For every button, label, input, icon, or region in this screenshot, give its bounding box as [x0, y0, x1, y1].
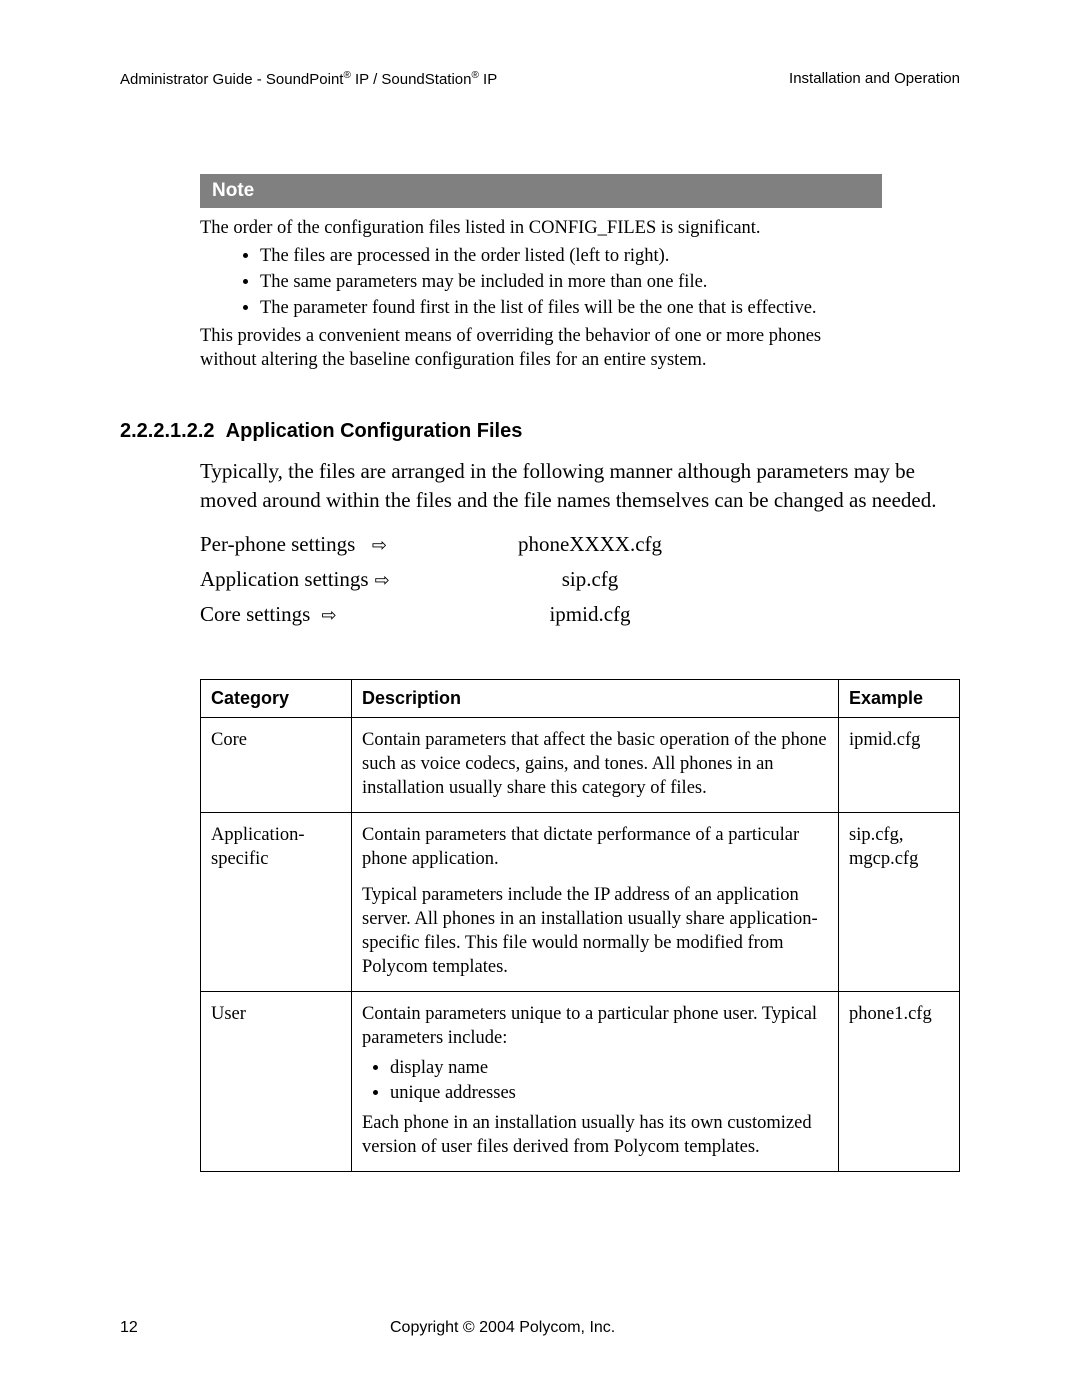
- th-category: Category: [201, 679, 352, 717]
- arrow-icon: ⇨: [375, 570, 390, 591]
- desc-paragraph: Each phone in an installation usually ha…: [362, 1111, 828, 1159]
- settings-label: Core settings ⇨: [200, 602, 480, 627]
- note-bullet: The files are processed in the order lis…: [260, 244, 882, 268]
- desc-bullet: display name: [390, 1056, 828, 1080]
- arrow-icon: ⇨: [372, 535, 387, 556]
- header-left-text: Administrator Guide - SoundPoint: [120, 71, 343, 88]
- table-row: User Contain parameters unique to a part…: [201, 992, 960, 1171]
- settings-value: sip.cfg: [480, 567, 700, 592]
- settings-row: Core settings ⇨ ipmid.cfg: [200, 602, 960, 627]
- settings-value: ipmid.cfg: [480, 602, 700, 627]
- note-bullet-list: The files are processed in the order lis…: [200, 244, 882, 320]
- page-number: 12: [120, 1319, 320, 1337]
- desc-paragraph: Contain parameters unique to a particula…: [362, 1002, 828, 1050]
- note-body: The order of the configuration files lis…: [200, 208, 882, 372]
- cell-description: Contain parameters unique to a particula…: [352, 992, 839, 1171]
- registered-mark: ®: [343, 70, 350, 81]
- document-page: Administrator Guide - SoundPoint® IP / S…: [0, 0, 1080, 1397]
- section-paragraph: Typically, the files are arranged in the…: [200, 457, 950, 514]
- header-left-text3: IP: [479, 71, 497, 88]
- header-left-text2: IP / SoundStation: [351, 71, 472, 88]
- desc-paragraph: Typical parameters include the IP addres…: [362, 883, 828, 979]
- desc-bullet: unique addresses: [390, 1081, 828, 1105]
- note-box: Note The order of the configuration file…: [200, 174, 882, 372]
- cell-description: Contain parameters that dictate performa…: [352, 813, 839, 992]
- th-example: Example: [839, 679, 960, 717]
- page-footer: 12 Copyright © 2004 Polycom, Inc.: [120, 1319, 960, 1337]
- settings-label-text: Core settings: [200, 602, 310, 626]
- header-left: Administrator Guide - SoundPoint® IP / S…: [120, 70, 497, 88]
- table-row: Core Contain parameters that affect the …: [201, 717, 960, 812]
- cell-category: User: [201, 992, 352, 1171]
- note-title: Note: [200, 174, 882, 208]
- settings-label: Application settings ⇨: [200, 567, 480, 592]
- copyright-text: Copyright © 2004 Polycom, Inc.: [390, 1319, 615, 1337]
- note-outro: This provides a convenient means of over…: [200, 326, 821, 370]
- cell-description: Contain parameters that affect the basic…: [352, 717, 839, 812]
- cell-category: Core: [201, 717, 352, 812]
- desc-paragraph: Contain parameters that dictate performa…: [362, 823, 828, 871]
- settings-list: Per-phone settings ⇨ phoneXXXX.cfg Appli…: [200, 532, 960, 627]
- cell-example: sip.cfg, mgcp.cfg: [839, 813, 960, 992]
- settings-value: phoneXXXX.cfg: [480, 532, 700, 557]
- th-description: Description: [352, 679, 839, 717]
- cell-category: Application-specific: [201, 813, 352, 992]
- note-bullet: The parameter found first in the list of…: [260, 296, 882, 320]
- table-row: Application-specific Contain parameters …: [201, 813, 960, 992]
- cell-example: ipmid.cfg: [839, 717, 960, 812]
- cell-example: phone1.cfg: [839, 992, 960, 1171]
- header-right: Installation and Operation: [789, 70, 960, 88]
- table-header-row: Category Description Example: [201, 679, 960, 717]
- config-table: Category Description Example Core Contai…: [200, 679, 960, 1172]
- arrow-icon: ⇨: [322, 605, 337, 626]
- section-title: Application Configuration Files: [226, 420, 523, 442]
- registered-mark: ®: [471, 70, 478, 81]
- desc-bullet-list: display name unique addresses: [362, 1056, 828, 1104]
- settings-label-text: Application settings: [200, 567, 369, 591]
- settings-row: Application settings ⇨ sip.cfg: [200, 567, 960, 592]
- settings-label: Per-phone settings ⇨: [200, 532, 480, 557]
- note-intro: The order of the configuration files lis…: [200, 218, 761, 238]
- note-bullet: The same parameters may be included in m…: [260, 270, 882, 294]
- settings-label-text: Per-phone settings: [200, 532, 355, 556]
- settings-row: Per-phone settings ⇨ phoneXXXX.cfg: [200, 532, 960, 557]
- section-heading: 2.2.2.1.2.2 Application Configuration Fi…: [120, 420, 960, 443]
- desc-paragraph: Contain parameters that affect the basic…: [362, 728, 828, 800]
- section-number: 2.2.2.1.2.2: [120, 420, 215, 442]
- page-header: Administrator Guide - SoundPoint® IP / S…: [120, 70, 960, 88]
